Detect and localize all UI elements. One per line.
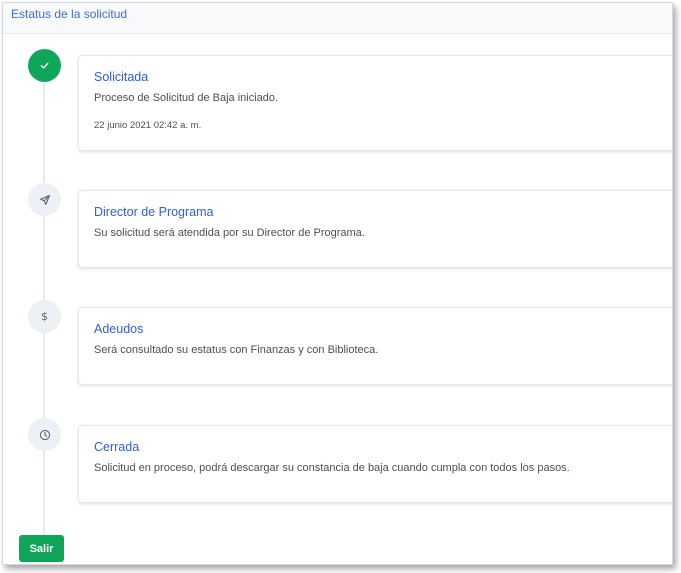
step-card-solicitada: Solicitada Proceso de Solicitud de Baja …: [78, 55, 672, 151]
send-icon: [28, 183, 61, 216]
status-panel: Estatus de la solicitud Solicitada Proce…: [2, 2, 673, 565]
check-icon: [28, 49, 61, 82]
step-card-director: Director de Programa Su solicitud será a…: [78, 190, 672, 268]
step-description: Proceso de Solicitud de Baja iniciado.: [94, 92, 279, 104]
dollar-icon: $: [28, 300, 61, 333]
step-description: Solicitud en proceso, podrá descargar su…: [94, 462, 570, 474]
step-card-cerrada: Cerrada Solicitud en proceso, podrá desc…: [78, 425, 672, 503]
panel-header: Estatus de la solicitud: [3, 3, 672, 34]
step-timestamp: 22 junio 2021 02:42 a. m.: [94, 120, 202, 131]
step-card-adeudos: Adeudos Será consultado su estatus con F…: [78, 307, 672, 385]
step-title: Adeudos: [94, 322, 144, 336]
step-title: Solicitada: [94, 70, 149, 84]
clock-icon: [28, 418, 61, 451]
step-title: Cerrada: [94, 440, 140, 454]
step-description: Será consultado su estatus con Finanzas …: [94, 344, 379, 356]
exit-button[interactable]: Salir: [19, 535, 64, 562]
panel-title: Estatus de la solicitud: [11, 7, 128, 21]
step-title: Director de Programa: [94, 205, 214, 219]
step-description: Su solicitud será atendida por su Direct…: [94, 227, 365, 239]
